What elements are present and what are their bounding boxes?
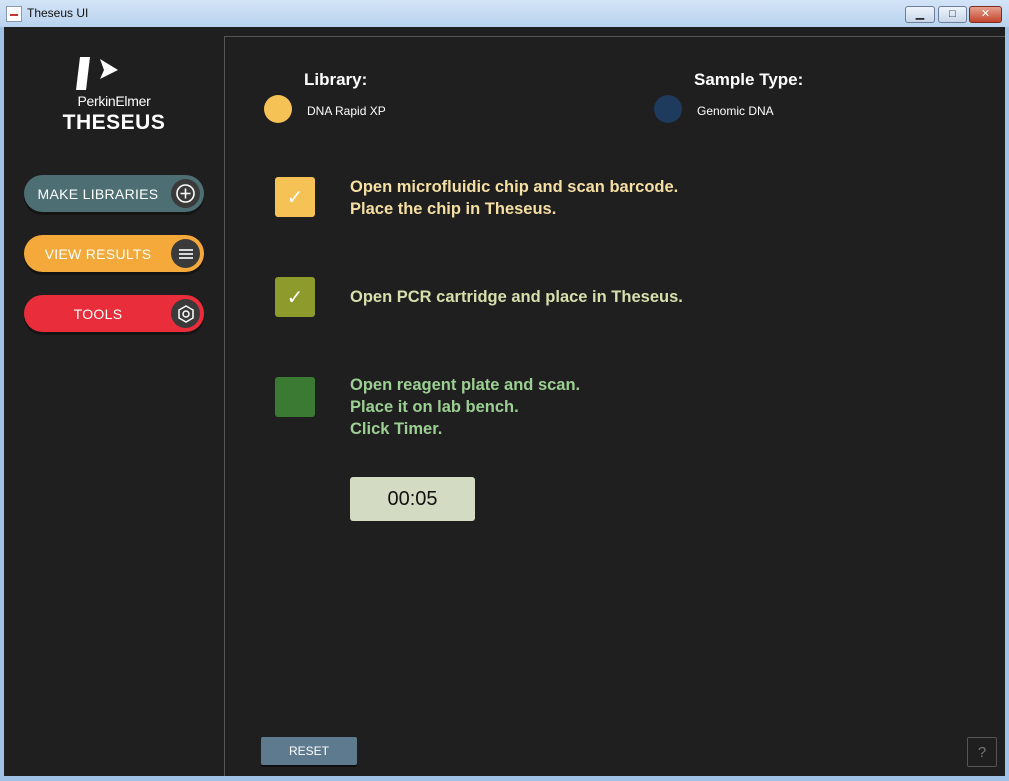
sample-type-heading: Sample Type: bbox=[694, 70, 804, 89]
step-2-checkbox[interactable]: ✓ bbox=[275, 277, 315, 317]
check-icon: ✓ bbox=[286, 186, 304, 209]
protocol-panel: Library: DNA Rapid XP Sample Type: Genom… bbox=[224, 36, 1005, 776]
step-1-instructions: Open microfluidic chip and scan barcode.… bbox=[350, 176, 678, 220]
hexagon-nut-icon bbox=[171, 299, 200, 328]
step-3-checkbox[interactable] bbox=[275, 377, 315, 417]
view-results-button[interactable]: VIEW RESULTS bbox=[24, 235, 204, 272]
timer-button[interactable]: 00:05 bbox=[350, 477, 475, 521]
window-titlebar: Theseus UI ▁ □ ✕ bbox=[0, 0, 1009, 27]
library-value: DNA Rapid XP bbox=[307, 104, 386, 118]
brand-name: PerkinElmer bbox=[77, 93, 151, 109]
library-heading: Library: bbox=[304, 70, 368, 89]
step-2-line-1: Open PCR cartridge and place in Theseus. bbox=[350, 288, 683, 306]
minimize-button[interactable]: ▁ bbox=[905, 6, 935, 23]
step-1-line-2: Place the chip in Theseus. bbox=[350, 200, 557, 218]
help-button[interactable]: ? bbox=[967, 737, 997, 767]
sample-type-color-dot bbox=[654, 95, 682, 123]
step-3-line-1: Open reagent plate and scan. bbox=[350, 376, 581, 394]
menu-icon bbox=[171, 239, 200, 268]
library-color-dot bbox=[264, 95, 292, 123]
step-3-line-3: Click Timer. bbox=[350, 420, 443, 438]
maximize-button[interactable]: □ bbox=[938, 6, 967, 23]
tools-button[interactable]: TOOLS bbox=[24, 295, 204, 332]
perkinelmer-logo-icon bbox=[76, 57, 118, 90]
app-frame: PerkinElmer THESEUS MAKE LIBRARIES VIEW … bbox=[4, 27, 1005, 776]
step-3-line-2: Place it on lab bench. bbox=[350, 398, 519, 416]
step-1-checkbox[interactable]: ✓ bbox=[275, 177, 315, 217]
window-title: Theseus UI bbox=[27, 6, 89, 20]
sidebar: PerkinElmer THESEUS MAKE LIBRARIES VIEW … bbox=[4, 27, 224, 776]
step-2-instructions: Open PCR cartridge and place in Theseus. bbox=[350, 286, 683, 308]
app-icon bbox=[6, 6, 22, 22]
plus-circle-icon bbox=[171, 179, 200, 208]
make-libraries-button[interactable]: MAKE LIBRARIES bbox=[24, 175, 204, 212]
product-name: THESEUS bbox=[62, 111, 166, 134]
step-3-instructions: Open reagent plate and scan. Place it on… bbox=[350, 374, 580, 440]
step-1-line-1: Open microfluidic chip and scan barcode. bbox=[350, 178, 679, 196]
sample-type-value: Genomic DNA bbox=[697, 104, 774, 118]
check-icon: ✓ bbox=[286, 286, 304, 309]
reset-button[interactable]: RESET bbox=[261, 737, 357, 765]
close-button[interactable]: ✕ bbox=[969, 6, 1002, 23]
